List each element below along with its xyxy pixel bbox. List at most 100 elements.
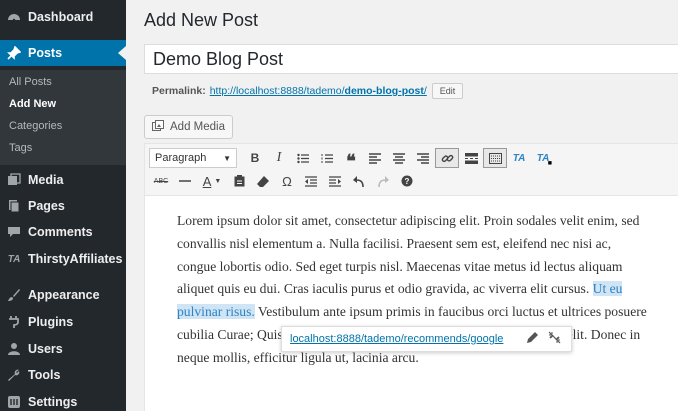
menu-posts[interactable]: Posts [0, 40, 126, 66]
submenu-categories[interactable]: Categories [9, 120, 62, 132]
editor-toolbar: Paragraph ▼ B I ❝ TA TA ■ ABC A ▼ Ω ? [145, 144, 678, 196]
read-more-button[interactable] [459, 148, 483, 168]
menu-thirstyaffiliates[interactable]: TA ThirstyAffiliates [0, 246, 126, 272]
menu-label: ThirstyAffiliates [28, 252, 123, 266]
strikethrough-button[interactable]: ABC [149, 171, 173, 191]
post-title-input[interactable] [144, 44, 678, 74]
link-icon [441, 154, 453, 162]
bullet-list-button[interactable] [291, 148, 315, 168]
menu-label: Tools [28, 368, 61, 382]
link-url-preview[interactable]: localhost:8888/tademo/recommends/google [290, 333, 519, 345]
page-title: Add New Post [144, 10, 259, 30]
pin-icon [0, 46, 28, 60]
eraser-icon [257, 175, 269, 187]
paragraph-text-before: Lorem ipsum dolor sit amet, consectetur … [177, 213, 640, 297]
menu-media[interactable]: Media [0, 167, 126, 193]
horizontal-line-button[interactable] [173, 171, 197, 191]
ta-icon: TA [7, 253, 21, 265]
remove-link-button[interactable] [545, 331, 563, 347]
menu-label: Users [28, 342, 63, 356]
pages-icon [0, 199, 28, 213]
menu-tools[interactable]: Tools [0, 362, 126, 388]
media-icon [152, 119, 165, 135]
submenu-tags[interactable]: Tags [9, 142, 32, 154]
menu-settings[interactable]: Settings [0, 389, 126, 411]
menu-plugins[interactable]: Plugins [0, 309, 126, 335]
main-content: Add New Post Permalink: http://localhost… [126, 0, 678, 411]
undo-icon [353, 175, 364, 187]
menu-pages[interactable]: Pages [0, 193, 126, 219]
svg-text:?: ? [405, 177, 410, 186]
menu-users[interactable]: Users [0, 336, 126, 362]
format-select[interactable]: Paragraph ▼ [149, 148, 237, 168]
special-character-button[interactable]: Ω [275, 171, 299, 191]
wrench-icon [0, 368, 28, 382]
paste-text-button[interactable] [227, 171, 251, 191]
edit-link-button[interactable] [523, 332, 541, 346]
align-left-icon [369, 152, 381, 164]
menu-appearance[interactable]: Appearance [0, 282, 126, 308]
align-right-button[interactable] [411, 148, 435, 168]
bullet-list-icon [297, 153, 309, 163]
ta-label: TA [512, 152, 526, 164]
ta-link-button[interactable]: TA [507, 148, 531, 168]
submenu-all-posts[interactable]: All Posts [9, 76, 52, 88]
numbered-list-button[interactable] [315, 148, 339, 168]
indent-button[interactable] [323, 171, 347, 191]
permalink-slug: demo-blog-post [344, 85, 424, 97]
posts-submenu: All Posts Add New Categories Tags [0, 70, 126, 165]
permalink-row: Permalink: http://localhost:8888/tademo/… [152, 83, 464, 99]
chevron-down-icon: ▼ [223, 153, 231, 163]
help-icon: ? [401, 175, 413, 187]
link-inline-toolbar: localhost:8888/tademo/recommends/google [281, 326, 572, 352]
text-color-icon: A [202, 173, 212, 189]
comments-icon [0, 225, 28, 239]
menu-label: Pages [28, 199, 65, 213]
plus-icon: ■ [547, 160, 552, 167]
keyboard-icon [488, 152, 502, 164]
help-button[interactable]: ? [395, 171, 419, 191]
menu-label: Media [28, 173, 64, 187]
bold-button[interactable]: B [243, 148, 267, 168]
unlink-icon [548, 331, 560, 344]
insert-link-button[interactable] [435, 148, 459, 168]
admin-sidebar: Dashboard Posts All Posts Add New Catego… [0, 0, 126, 411]
redo-button[interactable] [371, 171, 395, 191]
menu-label: Appearance [28, 288, 100, 302]
italic-button[interactable]: I [267, 148, 291, 168]
text-color-button[interactable]: A ▼ [197, 171, 227, 191]
post-editor[interactable]: Paragraph ▼ B I ❝ TA TA ■ ABC A ▼ Ω ? Lo… [144, 143, 678, 411]
toolbar-toggle-button[interactable] [483, 148, 507, 168]
add-media-label: Add Media [170, 121, 225, 133]
outdent-icon [305, 175, 317, 187]
permalink-end: / [423, 85, 427, 97]
outdent-button[interactable] [299, 171, 323, 191]
toolbar-row-2: ABC A ▼ Ω ? [149, 170, 419, 192]
menu-label: Dashboard [28, 10, 94, 24]
brush-icon [0, 288, 28, 302]
menu-dashboard[interactable]: Dashboard [0, 4, 126, 30]
add-media-button[interactable]: Add Media [144, 115, 233, 139]
submenu-add-new[interactable]: Add New [9, 98, 56, 110]
clear-formatting-button[interactable] [251, 171, 275, 191]
clipboard-icon [234, 175, 244, 187]
align-center-button[interactable] [387, 148, 411, 168]
numbered-list-icon [321, 153, 333, 163]
blockquote-button[interactable]: ❝ [339, 148, 363, 171]
pencil-icon [526, 332, 538, 343]
menu-label: Settings [28, 395, 78, 409]
toolbar-row-1: Paragraph ▼ B I ❝ TA TA ■ [149, 147, 555, 171]
dashboard-icon [0, 10, 28, 24]
chevron-down-icon: ▼ [214, 177, 222, 185]
users-icon [0, 342, 28, 356]
read-more-icon [464, 152, 478, 164]
ta-quick-add-button[interactable]: TA ■ [531, 148, 555, 168]
align-left-button[interactable] [363, 148, 387, 168]
media-icon [0, 173, 28, 187]
menu-comments[interactable]: Comments [0, 219, 126, 245]
permalink-link[interactable]: http://localhost:8888/tademo/demo-blog-p… [210, 85, 427, 97]
undo-button[interactable] [347, 171, 371, 191]
permalink-edit-button[interactable]: Edit [431, 83, 464, 99]
menu-label: Plugins [28, 315, 74, 329]
redo-icon [378, 175, 389, 187]
